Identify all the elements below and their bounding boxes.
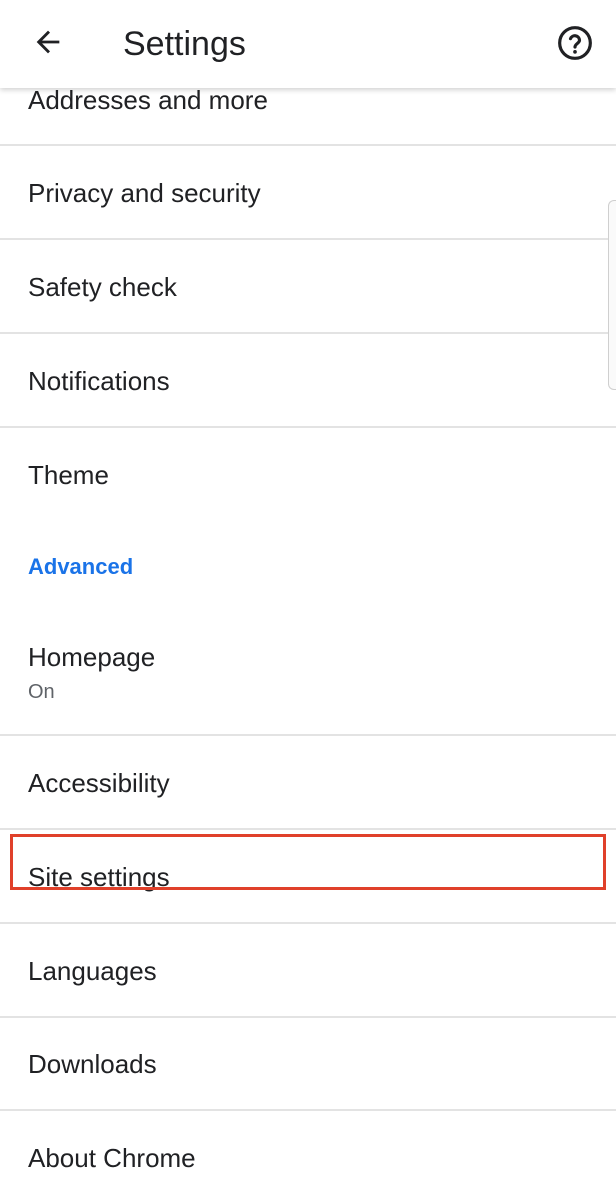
settings-item-label: Site settings [28, 862, 170, 892]
settings-item-addresses[interactable]: Addresses and more [0, 84, 616, 116]
settings-item-label: Languages [28, 956, 157, 986]
divider [0, 828, 616, 830]
settings-item-label: About Chrome [28, 1143, 196, 1173]
settings-item-label: Downloads [28, 1049, 157, 1079]
settings-item-safety-check[interactable]: Safety check [0, 271, 616, 303]
settings-item-site-settings[interactable]: Site settings [0, 861, 616, 893]
divider [0, 922, 616, 924]
divider [0, 238, 616, 240]
settings-item-downloads[interactable]: Downloads [0, 1048, 616, 1080]
divider [0, 332, 616, 334]
settings-item-accessibility[interactable]: Accessibility [0, 767, 616, 799]
settings-item-homepage[interactable]: Homepage On [0, 641, 616, 705]
divider [0, 144, 616, 146]
scrollbar[interactable] [608, 200, 616, 390]
settings-item-label: Accessibility [28, 768, 170, 798]
section-header-advanced: Advanced [28, 554, 134, 579]
settings-item-label: Privacy and security [28, 178, 261, 208]
back-button[interactable] [22, 20, 74, 68]
settings-item-theme[interactable]: Theme [0, 459, 616, 491]
settings-item-privacy[interactable]: Privacy and security [0, 177, 616, 209]
divider [0, 734, 616, 736]
settings-item-notifications[interactable]: Notifications [0, 365, 616, 397]
app-bar: Settings [0, 0, 616, 88]
page-title: Settings [123, 25, 246, 63]
help-circle-icon [555, 23, 595, 68]
settings-item-languages[interactable]: Languages [0, 955, 616, 987]
settings-item-label: Homepage [28, 642, 156, 672]
settings-item-label: Addresses and more [28, 85, 268, 115]
settings-item-label: Theme [28, 460, 109, 490]
settings-item-label: Safety check [28, 272, 177, 302]
help-button[interactable] [552, 22, 598, 68]
settings-item-status: On [28, 681, 55, 703]
divider [0, 1109, 616, 1111]
divider [0, 1016, 616, 1018]
settings-item-about-chrome[interactable]: About Chrome [0, 1142, 616, 1174]
divider [0, 426, 616, 428]
settings-item-label: Notifications [28, 366, 170, 396]
arrow-left-icon [31, 25, 65, 64]
settings-screen: Addresses and more Privacy and security … [0, 0, 616, 1202]
